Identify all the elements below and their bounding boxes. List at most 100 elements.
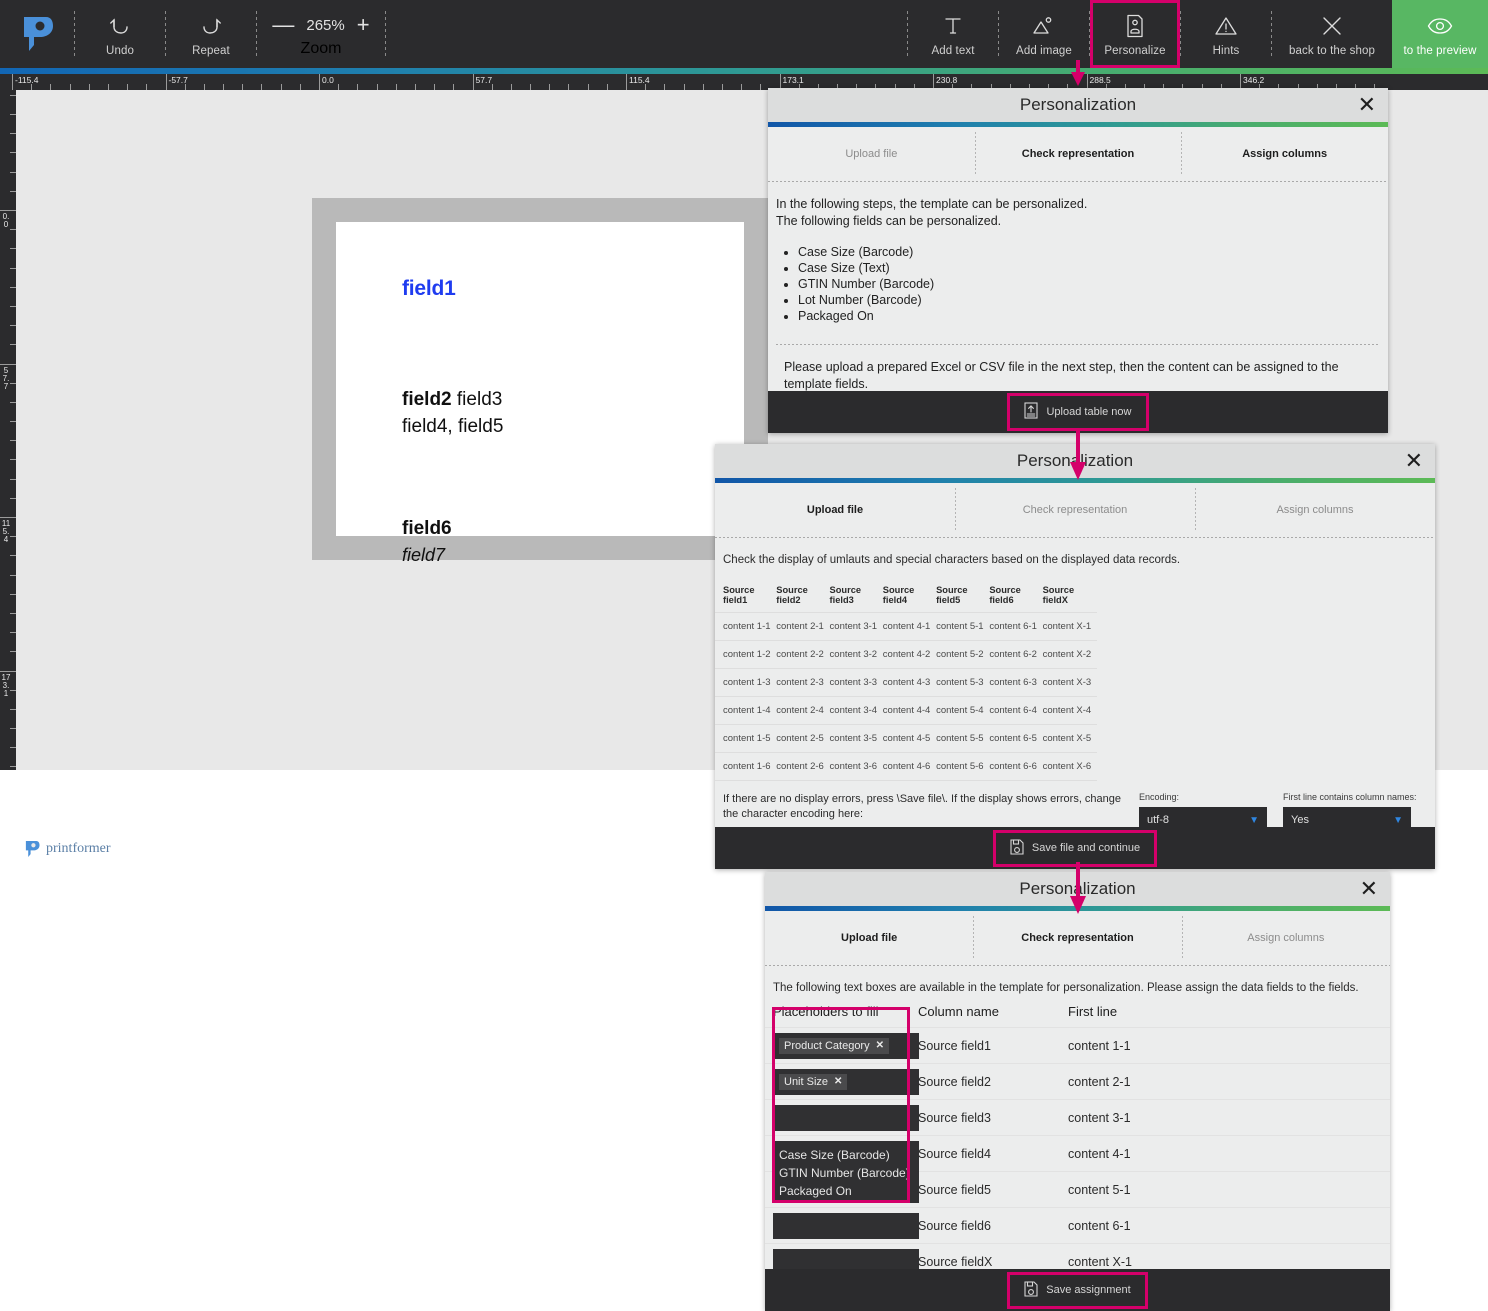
table-column-header: Source fieldX (1043, 582, 1097, 613)
placeholder-slot[interactable] (773, 1105, 919, 1131)
dialog2-hint: If there are no display errors, press \S… (723, 792, 1123, 822)
tab-upload-file[interactable]: Upload file (765, 932, 973, 944)
save-file-and-continue-label: Save file and continue (1032, 842, 1140, 854)
table-cell: content 3-5 (830, 725, 883, 753)
dropdown-option-packaged-on[interactable]: Packaged On (779, 1184, 913, 1198)
back-to-shop-button[interactable]: back to the shop (1272, 0, 1392, 68)
remove-chip-icon[interactable]: ✕ (876, 1040, 884, 1051)
repeat-button[interactable]: Repeat (166, 0, 256, 68)
hints-button[interactable]: Hints (1181, 0, 1271, 68)
tab-upload-file[interactable]: Upload file (715, 504, 955, 516)
canvas-field1[interactable]: field1 (402, 277, 456, 301)
add-image-label: Add image (1016, 45, 1072, 57)
close-icon[interactable]: ✕ (1405, 450, 1423, 472)
dialog1-body: In the following steps, the template can… (768, 182, 1388, 344)
save-file-and-continue-button[interactable]: Save file and continue (996, 833, 1154, 864)
placeholder-slot[interactable] (773, 1213, 919, 1239)
table-cell: content 5-6 (936, 753, 989, 781)
redo-icon (200, 11, 222, 41)
upload-table-now-button[interactable]: Upload table now (1010, 396, 1145, 428)
column-name-cell: Source field4 (918, 1147, 1068, 1161)
personalize-button[interactable]: Personalize (1090, 0, 1180, 68)
assignment-grid: Placeholders to fill Column name First l… (765, 1004, 1390, 1279)
undo-button[interactable]: Undo (75, 0, 165, 68)
undo-label: Undo (106, 45, 134, 57)
table-cell: content 1-6 (715, 753, 776, 781)
tab-check-representation[interactable]: Check representation (955, 504, 1195, 516)
canvas-field6[interactable]: field6 (402, 518, 452, 540)
save-assignment-button[interactable]: Save assignment (1010, 1275, 1144, 1306)
encoding-label: Encoding: (1139, 792, 1267, 802)
table-row: content 1-7content 2-7content 3-7content… (715, 781, 1097, 789)
table-cell: content 4-3 (883, 669, 936, 697)
close-icon[interactable]: ✕ (1360, 878, 1378, 900)
add-image-button[interactable]: Add image (999, 0, 1089, 68)
tab-assign-columns[interactable]: Assign columns (1182, 932, 1390, 944)
placeholder-slot[interactable]: Product Category✕ (773, 1033, 919, 1059)
tab-check-representation[interactable]: Check representation (975, 148, 1182, 160)
placeholder-chip[interactable]: Product Category✕ (779, 1038, 889, 1054)
table-cell: content 4-4 (883, 697, 936, 725)
placeholder-chip[interactable]: Unit Size ✕ (779, 1074, 847, 1090)
tab-assign-columns[interactable]: Assign columns (1195, 504, 1435, 516)
tab-assign-columns[interactable]: Assign columns (1181, 148, 1388, 160)
table-cell: content 5-2 (936, 641, 989, 669)
ruler-major-tick (0, 671, 16, 672)
zoom-out-button[interactable]: — (272, 14, 294, 36)
toolbar-divider (385, 11, 386, 57)
canvas-field3: field3 (457, 389, 502, 410)
table-cell: content 3-4 (830, 697, 883, 725)
table-cell: content 2-3 (776, 669, 829, 697)
first-line-cell: content 4-1 (1068, 1147, 1131, 1161)
zoom-in-button[interactable]: + (357, 14, 370, 36)
toolbar-right-group: Add text Add image Personalize (907, 0, 1488, 68)
ruler-label: 115.4 (629, 75, 650, 85)
remove-chip-icon[interactable]: ✕ (834, 1076, 842, 1087)
placeholder-dropdown-open[interactable]: Case Size (Barcode) GTIN Number (Barcode… (773, 1144, 919, 1202)
arrow-personalize-to-dialog1 (1060, 60, 1100, 100)
zoom-value: 265% (306, 17, 344, 34)
dialog2-table-scroll[interactable]: Source field1Source field2Source field3S… (715, 566, 1435, 788)
placeholder-chip-label: Unit Size (784, 1076, 828, 1088)
undo-icon (109, 11, 131, 41)
personalizable-field-item: GTIN Number (Barcode) (798, 276, 1388, 292)
assignment-row: Source field6content 6-1 (765, 1207, 1390, 1243)
column-name-cell: Source field1 (918, 1039, 1068, 1053)
header-placeholders: Placeholders to fill (773, 1004, 918, 1019)
dropdown-option-gtin-number-barcode[interactable]: GTIN Number (Barcode) (779, 1166, 913, 1180)
placeholder-cell (773, 1213, 918, 1239)
placeholder-slot[interactable]: Unit Size ✕ (773, 1069, 919, 1095)
printformer-logo-icon[interactable] (0, 0, 74, 68)
printformer-watermark: printformer (24, 840, 111, 858)
canvas-field2-field3[interactable]: field2 field3 (402, 389, 502, 411)
save-icon (1024, 1281, 1038, 1300)
dropdown-option-case-size-barcode[interactable]: Case Size (Barcode) (779, 1148, 913, 1162)
table-cell: content 5-4 (936, 697, 989, 725)
ruler-label: 0.0 (1, 213, 11, 229)
personalizable-field-item: Case Size (Text) (798, 260, 1388, 276)
canvas-field4-field5[interactable]: field4, field5 (402, 416, 503, 438)
personalization-dialog-1[interactable]: Personalization ✕ Upload file Check repr… (768, 88, 1388, 433)
ruler-label: -115.4 (15, 75, 38, 85)
table-cell: content 6-2 (989, 641, 1042, 669)
artboard[interactable]: field1 field2 field3 field4, field5 fiel… (336, 222, 744, 536)
tab-check-representation[interactable]: Check representation (973, 932, 1181, 944)
to-the-preview-button[interactable]: to the preview (1392, 0, 1488, 68)
personalization-dialog-3[interactable]: Personalization ✕ Upload file Check repr… (765, 872, 1390, 1311)
dialog2-body: Check the display of umlauts and special… (715, 538, 1435, 833)
personalize-icon (1125, 11, 1145, 41)
close-icon[interactable]: ✕ (1358, 94, 1376, 116)
canvas-field7[interactable]: field7 (402, 545, 445, 566)
table-cell: content 5-7 (936, 781, 989, 789)
ruler-major-tick (473, 74, 474, 90)
table-cell: content 4-2 (883, 641, 936, 669)
table-cell: content 4-5 (883, 725, 936, 753)
add-text-button[interactable]: Add text (908, 0, 998, 68)
canvas-field4: field4, (402, 416, 453, 437)
save-icon (1010, 839, 1024, 858)
placeholder-cell: Unit Size ✕ (773, 1069, 918, 1095)
personalization-dialog-2[interactable]: Personalization ✕ Upload file Check repr… (715, 444, 1435, 869)
upload-table-now-label: Upload table now (1046, 406, 1131, 418)
tab-upload-file[interactable]: Upload file (768, 148, 975, 160)
table-cell: content 6-7 (989, 781, 1042, 789)
